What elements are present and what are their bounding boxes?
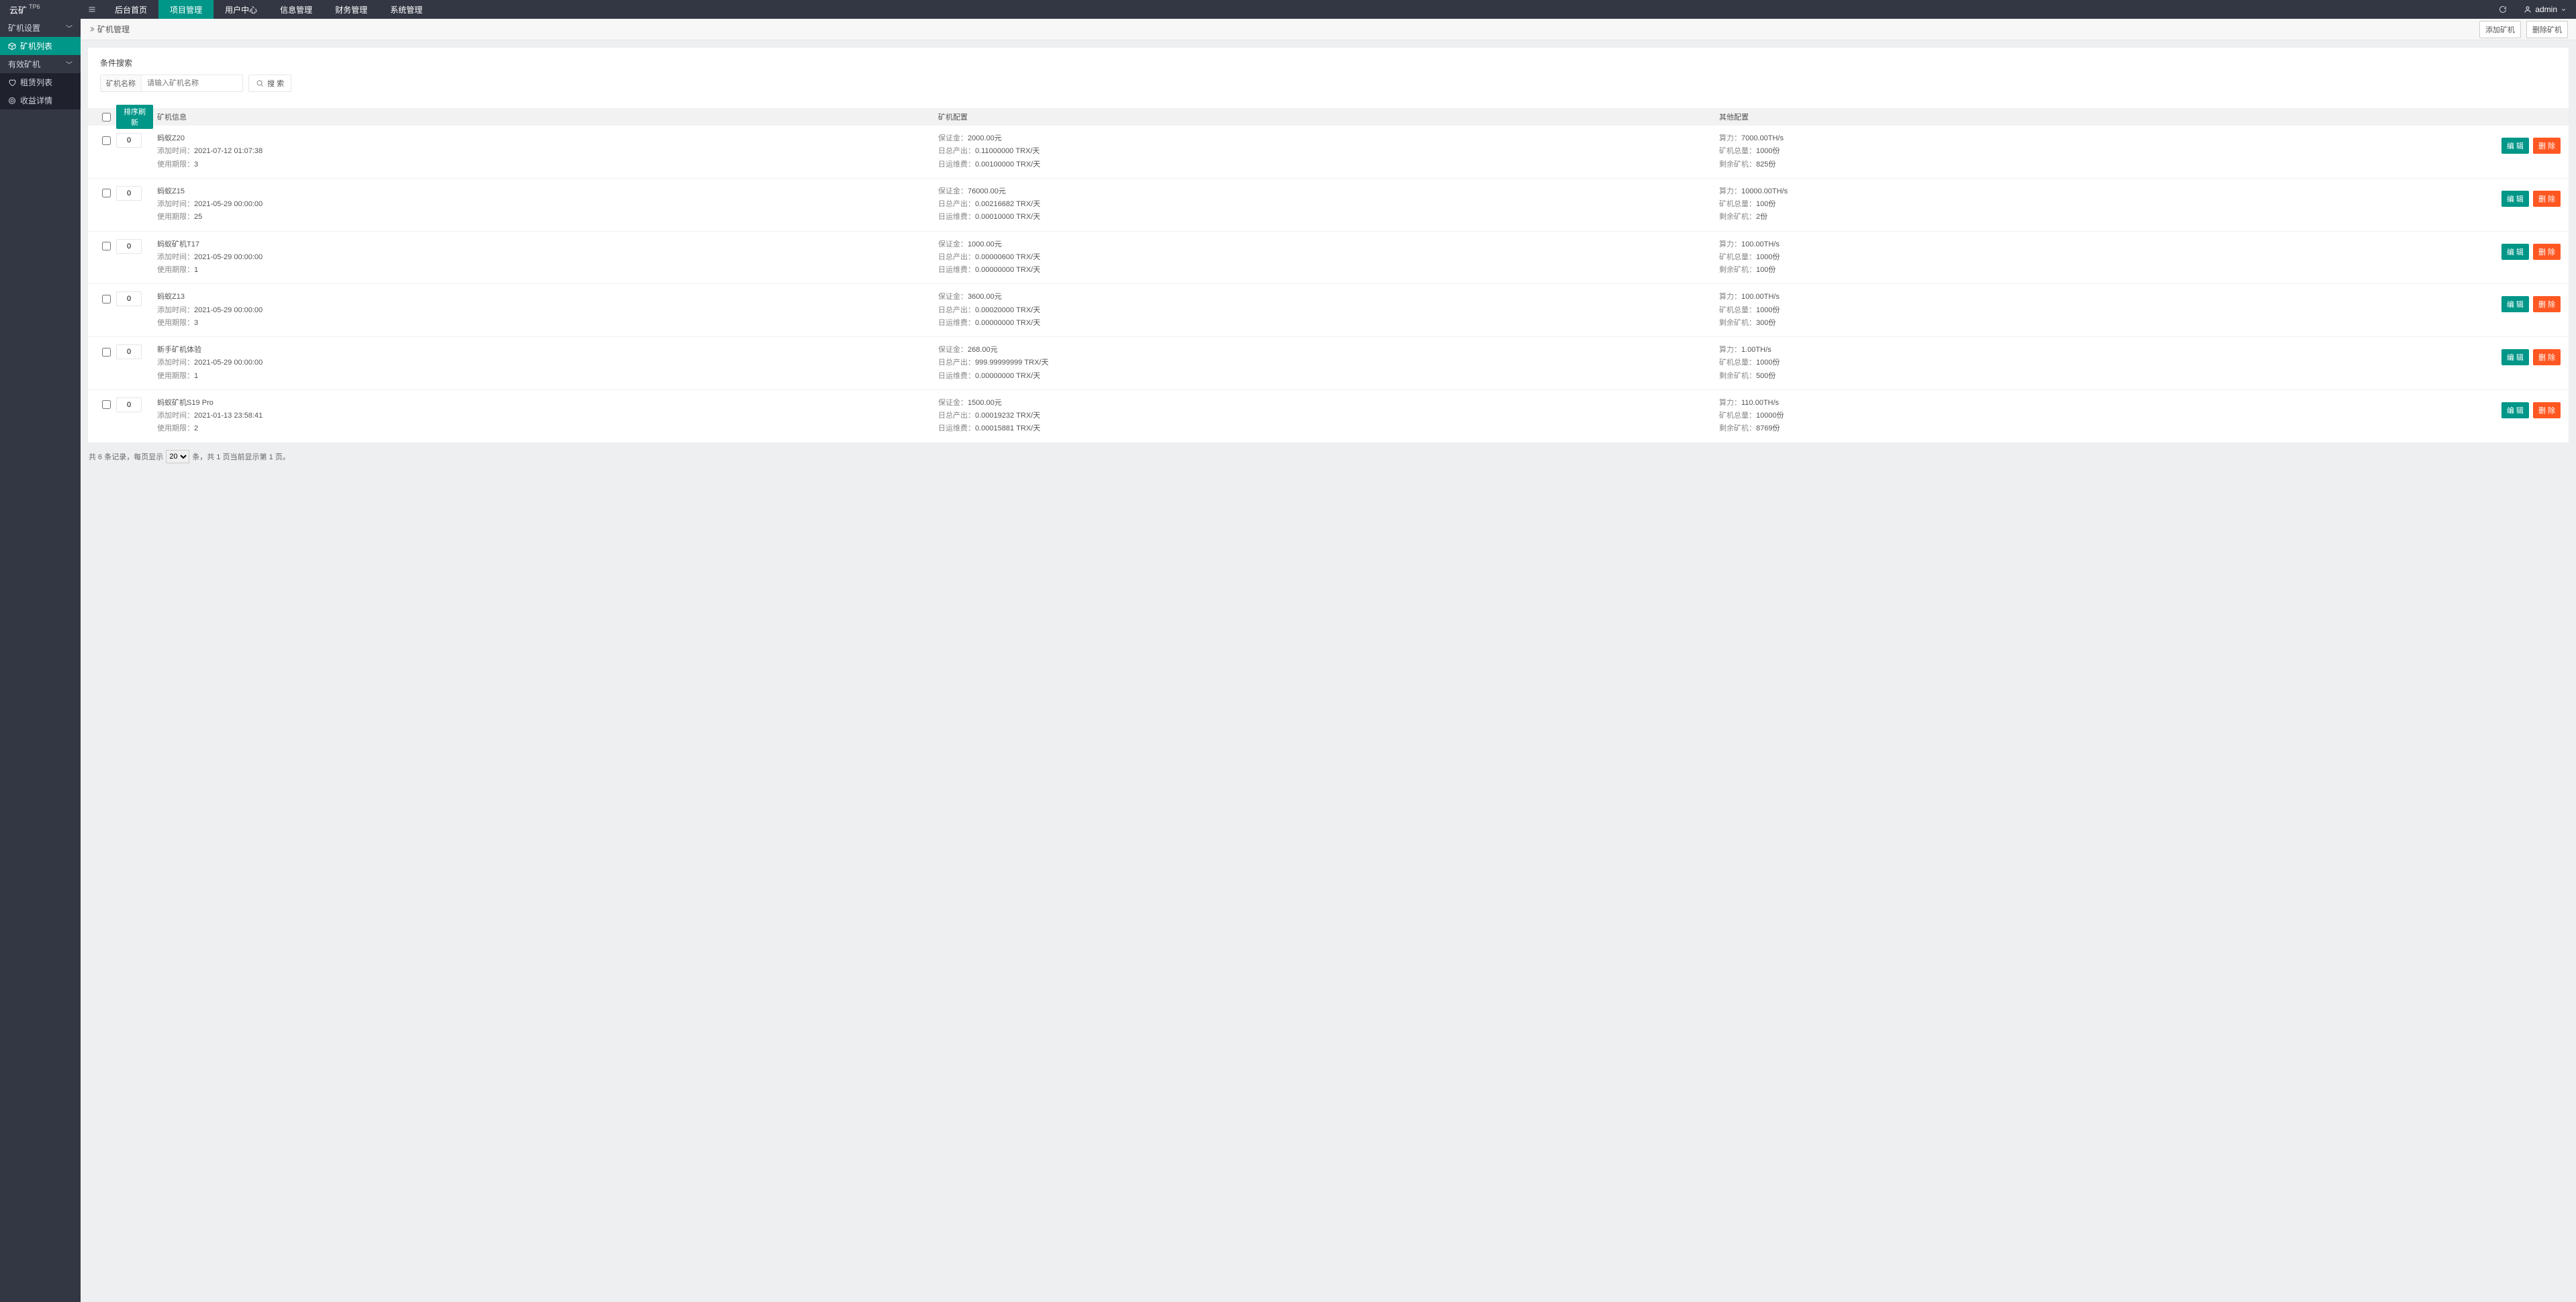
miner-name: 蚂蚁Z15 (157, 185, 938, 198)
brand-logo: 云矿 TP6 (0, 0, 81, 19)
nav-item-5[interactable]: 系统管理 (379, 0, 434, 19)
name-input-label: 矿机名称 (101, 75, 142, 91)
sidebar-item-4[interactable]: 收益详情 (0, 91, 81, 109)
top-nav: 后台首页项目管理用户中心信息管理财务管理系统管理 (103, 0, 434, 19)
breadcrumb-title: 矿机管理 (97, 24, 130, 35)
chevron-down-icon: ﹀ (66, 59, 73, 69)
sidebar-item-0[interactable]: 矿机设置 ﹀ (0, 19, 81, 37)
edit-button[interactable]: 编 辑 (2501, 138, 2529, 154)
sort-input[interactable] (116, 133, 142, 148)
filter-title: 条件搜索 (100, 57, 2557, 68)
row-checkbox[interactable] (102, 242, 111, 250)
main-content: 矿机管理 添加矿机 删除矿机 条件搜索 矿机名称 (81, 19, 2576, 1302)
nav-item-3[interactable]: 信息管理 (269, 0, 324, 19)
select-all-checkbox[interactable] (102, 113, 111, 122)
edit-button[interactable]: 编 辑 (2501, 244, 2529, 260)
nav-item-0[interactable]: 后台首页 (103, 0, 158, 19)
pager-text-1: 共 6 条记录，每页显示 (89, 451, 163, 462)
edit-button[interactable]: 编 辑 (2501, 349, 2529, 365)
search-icon (256, 79, 264, 87)
sidebar-item-label: 矿机设置 (8, 22, 40, 34)
hamburger-icon (88, 5, 96, 13)
delete-button[interactable]: 删 除 (2533, 296, 2561, 312)
row-checkbox[interactable] (102, 400, 111, 409)
pager-text-2: 条，共 1 页当前显示第 1 页。 (192, 451, 289, 462)
row-checkbox[interactable] (102, 136, 111, 145)
edit-button[interactable]: 编 辑 (2501, 402, 2529, 418)
miner-name: 蚂蚁Z13 (157, 291, 938, 304)
col-header-info: 矿机信息 (153, 111, 938, 122)
topbar: 云矿 TP6 后台首页项目管理用户中心信息管理财务管理系统管理 admin (0, 0, 2576, 19)
sidebar-item-1[interactable]: 矿机列表 (0, 37, 81, 55)
table-row: 蚂蚁Z20添加时间：2021-07-12 01:07:38使用期限：3保证金：2… (88, 126, 2569, 179)
user-icon (2524, 5, 2532, 13)
miner-name: 蚂蚁矿机S19 Pro (157, 397, 938, 410)
sort-input[interactable] (116, 291, 142, 306)
brand-sup: TP6 (29, 3, 40, 10)
breadcrumb-bar: 矿机管理 添加矿机 删除矿机 (81, 19, 2576, 40)
sidebar-item-2[interactable]: 有效矿机 ﹀ (0, 55, 81, 73)
table-row: 蚂蚁Z15添加时间：2021-05-29 00:00:00使用期限：25保证金：… (88, 179, 2569, 232)
delete-button[interactable]: 删 除 (2533, 244, 2561, 260)
sort-input[interactable] (116, 344, 142, 359)
sidebar-item-label: 有效矿机 (8, 58, 40, 70)
sidebar-toggle[interactable] (81, 0, 103, 19)
page-size-select[interactable]: 20 (166, 450, 189, 463)
edit-button[interactable]: 编 辑 (2501, 296, 2529, 312)
add-miner-button[interactable]: 添加矿机 (2479, 21, 2521, 38)
miner-name: 蚂蚁矿机T17 (157, 238, 938, 251)
delete-button[interactable]: 删 除 (2533, 349, 2561, 365)
chevron-down-icon: ﹀ (66, 23, 73, 33)
sort-refresh-button[interactable]: 排序刷新 (116, 105, 153, 129)
user-menu[interactable]: admin (2514, 5, 2576, 14)
table-row: 蚂蚁矿机T17添加时间：2021-05-29 00:00:00使用期限：1保证金… (88, 232, 2569, 285)
row-checkbox[interactable] (102, 189, 111, 197)
col-header-other: 其他配置 (1719, 111, 2500, 122)
name-input-wrap: 矿机名称 (100, 75, 243, 92)
nav-item-1[interactable]: 项目管理 (158, 0, 214, 19)
sidebar-item-label: 租赁列表 (20, 77, 52, 88)
table-row: 蚂蚁Z13添加时间：2021-05-29 00:00:00使用期限：3保证金：3… (88, 284, 2569, 337)
filter-panel: 条件搜索 矿机名称 搜 索 (88, 48, 2569, 101)
heart-icon (8, 79, 16, 87)
sidebar-item-3[interactable]: 租赁列表 (0, 73, 81, 91)
nav-item-2[interactable]: 用户中心 (214, 0, 269, 19)
edit-button[interactable]: 编 辑 (2501, 191, 2529, 207)
table-header: 排序刷新 矿机信息 矿机配置 其他配置 (88, 108, 2569, 126)
sort-input[interactable] (116, 186, 142, 201)
search-button[interactable]: 搜 索 (248, 75, 291, 92)
delete-miner-button[interactable]: 删除矿机 (2526, 21, 2568, 38)
name-input[interactable] (142, 75, 242, 91)
search-button-label: 搜 索 (267, 78, 284, 89)
delete-button[interactable]: 删 除 (2533, 402, 2561, 418)
brand-name: 云矿 (9, 3, 27, 16)
refresh-button[interactable] (2491, 0, 2514, 19)
row-checkbox[interactable] (102, 295, 111, 304)
sidebar: 矿机设置 ﹀ 矿机列表有效矿机 ﹀ 租赁列表收益详情 (0, 19, 81, 1302)
nav-item-4[interactable]: 财务管理 (324, 0, 379, 19)
breadcrumb: 矿机管理 (89, 24, 130, 35)
sort-input[interactable] (116, 398, 142, 412)
sort-input[interactable] (116, 239, 142, 254)
miner-name: 蚂蚁Z20 (157, 132, 938, 145)
miner-name: 新手矿机体验 (157, 344, 938, 357)
table-row: 蚂蚁矿机S19 Pro添加时间：2021-01-13 23:58:41使用期限：… (88, 390, 2569, 443)
col-header-cfg: 矿机配置 (938, 111, 1719, 122)
delete-button[interactable]: 删 除 (2533, 138, 2561, 154)
miner-table: 排序刷新 矿机信息 矿机配置 其他配置 蚂蚁Z20添加时间：2021-07-12… (88, 108, 2569, 443)
user-name: admin (2535, 5, 2557, 14)
delete-button[interactable]: 删 除 (2533, 191, 2561, 207)
target-icon (8, 97, 16, 105)
pager: 共 6 条记录，每页显示 20 条，共 1 页当前显示第 1 页。 (87, 443, 2569, 470)
chevron-down-icon (2561, 7, 2567, 13)
refresh-icon (2499, 5, 2507, 13)
chevron-right-icon (89, 26, 95, 32)
table-row: 新手矿机体验添加时间：2021-05-29 00:00:00使用期限：1保证金：… (88, 337, 2569, 390)
sidebar-item-label: 矿机列表 (20, 40, 52, 52)
sidebar-item-label: 收益详情 (20, 95, 52, 106)
row-checkbox[interactable] (102, 348, 111, 357)
cube-icon (8, 42, 16, 50)
